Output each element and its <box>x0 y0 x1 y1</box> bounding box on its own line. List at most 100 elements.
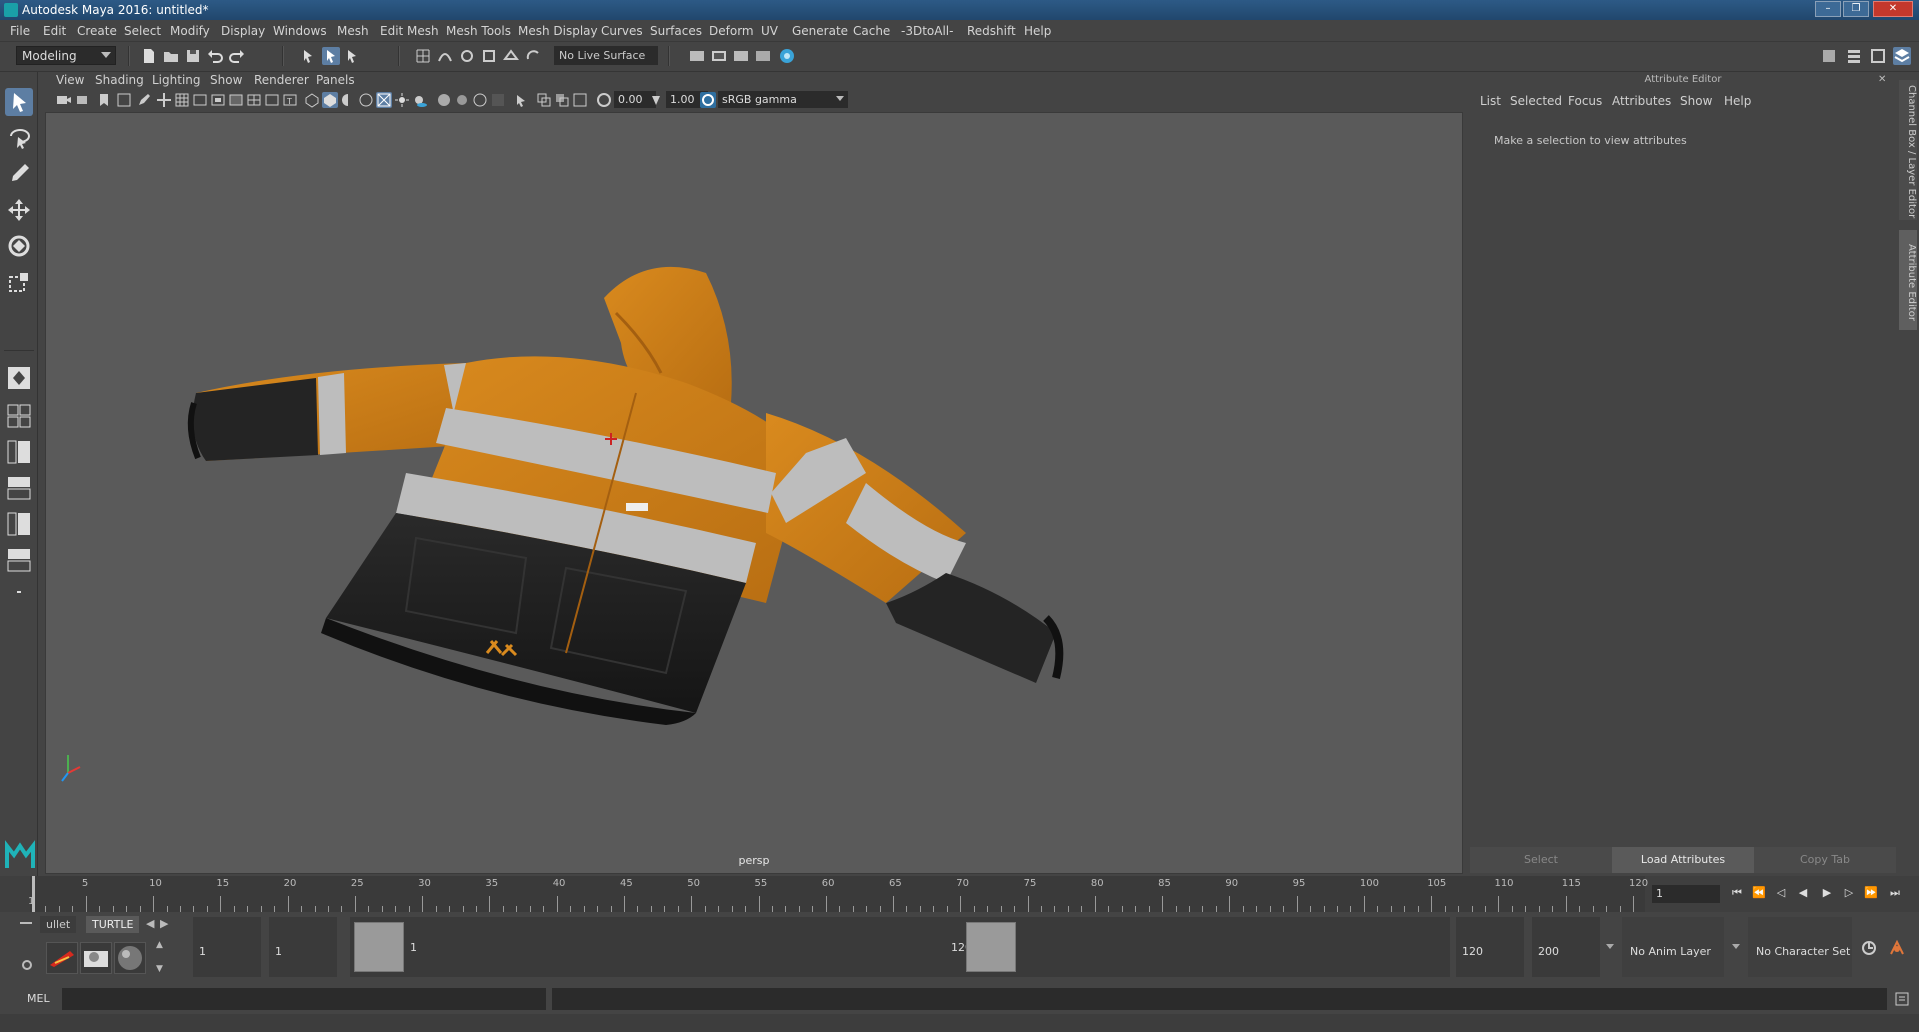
minimize-button[interactable]: – <box>1815 1 1841 17</box>
modeling-toolkit-icon[interactable] <box>1820 47 1838 65</box>
menu-file[interactable]: File <box>10 24 30 38</box>
character-set-dropdown[interactable]: No Character Set <box>1748 917 1852 977</box>
shelf-scroll-right-icon[interactable]: ▶ <box>160 917 168 930</box>
script-editor-icon[interactable] <box>1894 991 1910 1007</box>
range-end-handle[interactable] <box>966 922 1016 972</box>
viewport-menu-view[interactable]: View <box>56 73 84 87</box>
auto-key-icon[interactable] <box>1860 939 1878 957</box>
menu-generate[interactable]: Generate <box>792 24 848 38</box>
grid-toggle-icon[interactable] <box>174 92 190 108</box>
attribute-editor-toggle-icon[interactable] <box>1845 47 1863 65</box>
snap-grid-icon[interactable] <box>414 47 432 65</box>
render-frame-icon[interactable] <box>710 47 728 65</box>
motion-blur-icon[interactable] <box>454 92 470 108</box>
render-settings-icon[interactable] <box>688 47 706 65</box>
select-object-icon[interactable] <box>322 47 340 65</box>
resolution-gate-icon[interactable] <box>210 92 226 108</box>
chevron-down-icon[interactable] <box>1606 944 1614 949</box>
move-tool-icon[interactable] <box>5 196 33 224</box>
playback-start-field[interactable]: 1 <box>269 917 337 977</box>
shelf-up-icon[interactable]: ▲ <box>156 940 163 950</box>
shadows-icon[interactable] <box>412 92 428 108</box>
gamma-icon[interactable] <box>648 92 664 108</box>
perspective-viewport[interactable]: persp <box>45 112 1463 874</box>
turtle-shader-icon[interactable] <box>114 942 146 974</box>
attr-menu-focus[interactable]: Focus <box>1568 94 1602 108</box>
chevron-down-icon[interactable] <box>1732 944 1740 949</box>
turtle-render-icon[interactable] <box>46 942 78 974</box>
persp-graph-layout-icon[interactable] <box>5 474 33 502</box>
tab-channel-box[interactable]: Channel Box / Layer Editor <box>1899 80 1917 220</box>
animation-preferences-icon[interactable] <box>1888 939 1906 957</box>
image-plane-icon[interactable] <box>116 92 132 108</box>
playback-end-field[interactable]: 120 <box>1456 917 1524 977</box>
menu-help[interactable]: Help <box>1024 24 1051 38</box>
isolate-select-icon[interactable] <box>514 92 530 108</box>
go-to-end-button[interactable]: ⏭ <box>1888 886 1902 900</box>
exposure-icon[interactable] <box>596 92 612 108</box>
camera-attributes-icon[interactable] <box>76 92 92 108</box>
attr-menu-show[interactable]: Show <box>1680 94 1712 108</box>
maximize-button[interactable]: ❐ <box>1843 1 1869 17</box>
rotate-tool-icon[interactable] <box>5 232 33 260</box>
film-gate-icon[interactable] <box>192 92 208 108</box>
viewport-menu-panels[interactable]: Panels <box>316 73 355 87</box>
menu-mesh[interactable]: Mesh <box>337 24 369 38</box>
select-hierarchy-icon[interactable] <box>300 47 318 65</box>
go-to-start-button[interactable]: ⏮ <box>1730 886 1744 900</box>
viewport-menu-renderer[interactable]: Renderer <box>254 73 309 87</box>
live-surface-field[interactable]: No Live Surface <box>554 46 658 65</box>
anti-aliasing-icon[interactable] <box>472 92 488 108</box>
menu-deform[interactable]: Deform <box>709 24 754 38</box>
ambient-occlusion-icon[interactable] <box>436 92 452 108</box>
wireframe-on-shaded-icon[interactable] <box>358 92 374 108</box>
anim-layer-dropdown[interactable]: No Anim Layer <box>1622 917 1724 977</box>
end-time-field[interactable]: 200 <box>1532 917 1600 977</box>
render-view-icon[interactable] <box>754 47 772 65</box>
current-frame-field[interactable]: 1 <box>1652 885 1720 903</box>
xray-joints-icon[interactable] <box>572 92 588 108</box>
menu-edit[interactable]: Edit <box>43 24 66 38</box>
snap-curve-icon[interactable] <box>436 47 454 65</box>
play-backward-button[interactable]: ◀ <box>1796 886 1810 900</box>
scale-tool-icon[interactable] <box>5 268 33 296</box>
range-slider-track[interactable]: 1 120 <box>350 917 1450 977</box>
shelf-menu-icon[interactable] <box>20 922 32 924</box>
attr-menu-help[interactable]: Help <box>1724 94 1751 108</box>
save-scene-icon[interactable] <box>184 47 202 65</box>
command-input[interactable] <box>62 988 546 1010</box>
menu-uv[interactable]: UV <box>761 24 778 38</box>
menu-modify[interactable]: Modify <box>170 24 210 38</box>
load-attributes-button[interactable]: Load Attributes <box>1612 847 1754 873</box>
attr-menu-selected[interactable]: Selected <box>1510 94 1562 108</box>
gate-mask-icon[interactable] <box>228 92 244 108</box>
menu-edit-mesh[interactable]: Edit Mesh <box>380 24 439 38</box>
channel-box-toggle-icon[interactable] <box>1893 47 1911 65</box>
wireframe-icon[interactable] <box>304 92 320 108</box>
make-live-icon[interactable] <box>524 47 542 65</box>
single-perspective-layout-icon[interactable] <box>5 364 33 392</box>
copy-tab-button[interactable]: Copy Tab <box>1754 847 1896 873</box>
viewport-menu-lighting[interactable]: Lighting <box>152 73 201 87</box>
four-view-layout-icon[interactable] <box>5 402 33 430</box>
menu-select[interactable]: Select <box>124 24 161 38</box>
step-back-key-button[interactable]: ⏪ <box>1752 886 1766 900</box>
menu-set-dropdown[interactable]: Modeling <box>16 46 116 65</box>
jacket-model[interactable] <box>46 113 1463 874</box>
depth-of-field-icon[interactable] <box>490 92 506 108</box>
snap-view-plane-icon[interactable] <box>480 47 498 65</box>
textured-icon[interactable] <box>376 92 392 108</box>
current-time-marker[interactable] <box>32 876 35 912</box>
grease-pencil-icon[interactable] <box>136 92 152 108</box>
smooth-shade-icon[interactable] <box>322 92 338 108</box>
new-scene-icon[interactable] <box>140 47 158 65</box>
menu-3dtoall[interactable]: -3DtoAll- <box>901 24 953 38</box>
menu-curves[interactable]: Curves <box>601 24 643 38</box>
attr-menu-list[interactable]: List <box>1480 94 1501 108</box>
close-icon[interactable]: ✕ <box>1878 74 1888 85</box>
redo-icon[interactable] <box>228 47 246 65</box>
viewport-menu-show[interactable]: Show <box>210 73 242 87</box>
use-all-lights-icon[interactable] <box>394 92 410 108</box>
menu-surfaces[interactable]: Surfaces <box>650 24 702 38</box>
menu-display[interactable]: Display <box>221 24 265 38</box>
